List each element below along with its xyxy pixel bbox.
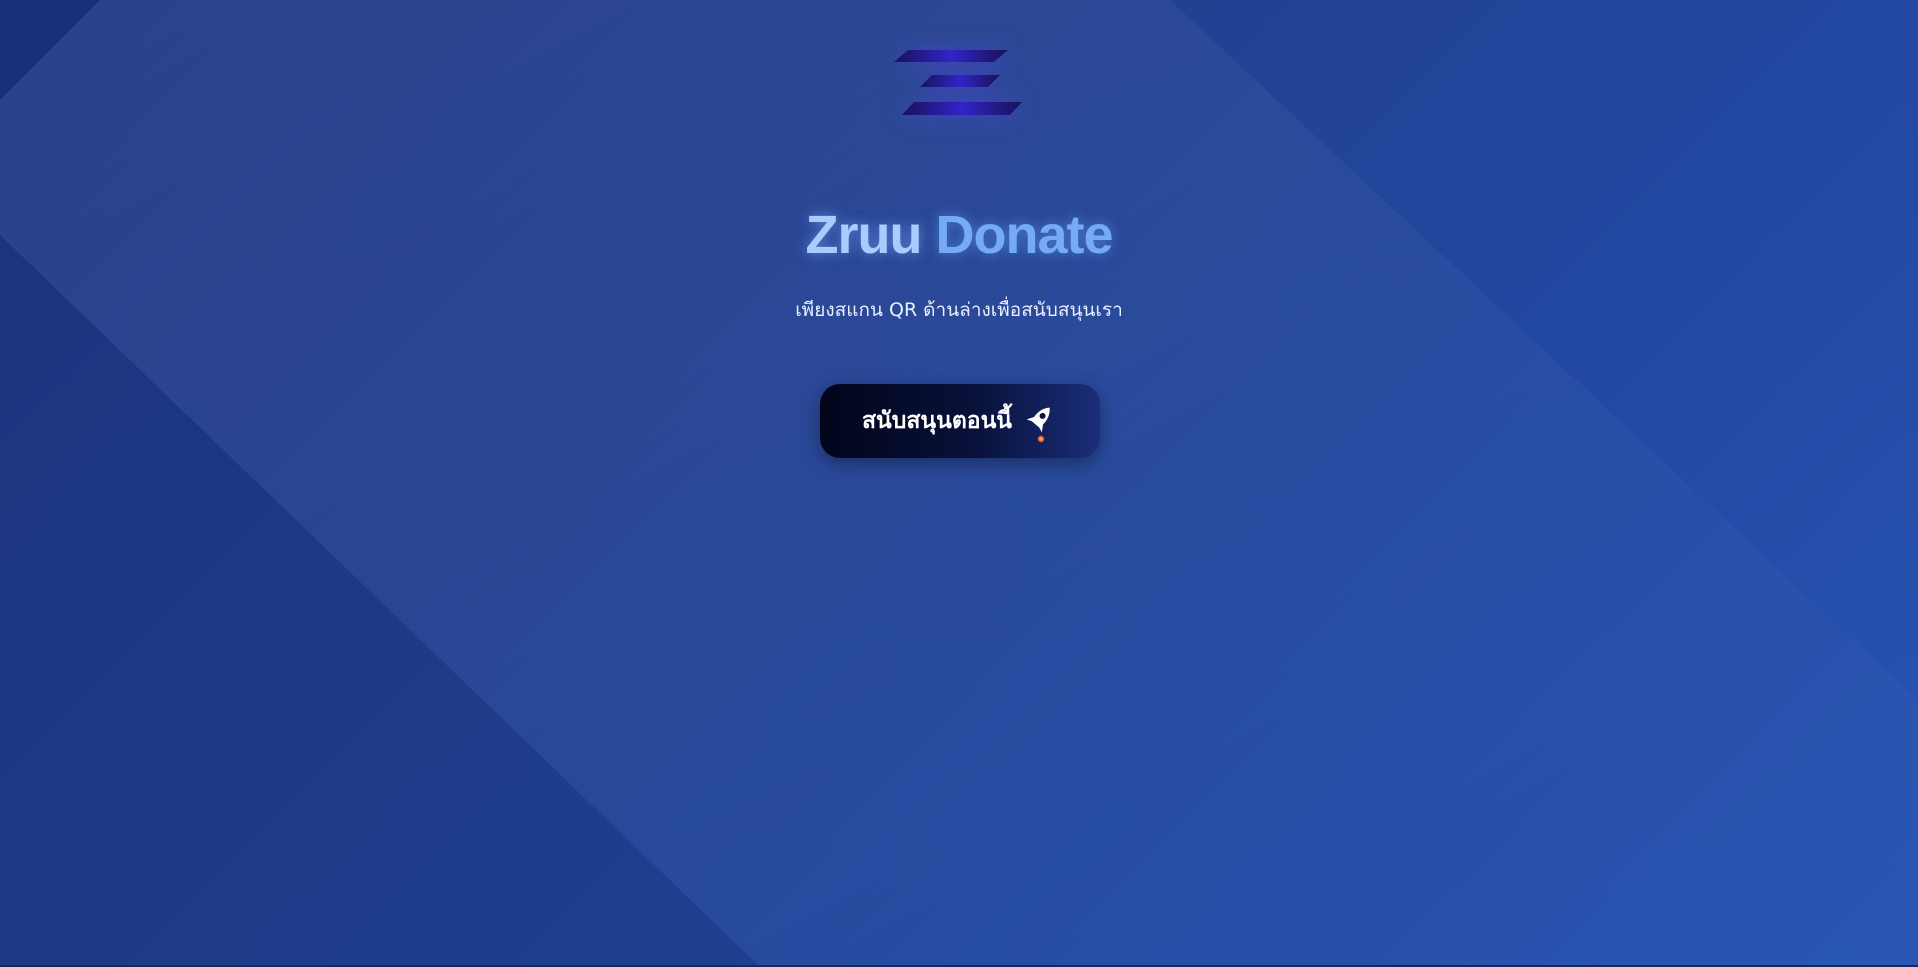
hero-subtitle: เพียงสแกน QR ด้านล่างเพื่อสนับสนุนเรา [795, 299, 1123, 321]
donate-now-label: สนับสนุนตอนนี้ [861, 408, 1013, 434]
title-brand-name: Zruu [805, 205, 922, 265]
donate-now-button[interactable]: สนับสนุนตอนนี้ [820, 384, 1100, 458]
rocket-icon [1026, 407, 1050, 443]
page-title: Zruu Donate [0, 202, 1918, 268]
background-decoration [0, 0, 1918, 967]
z-logo-icon [894, 50, 1022, 115]
title-donate-word: Donate [935, 205, 1113, 265]
